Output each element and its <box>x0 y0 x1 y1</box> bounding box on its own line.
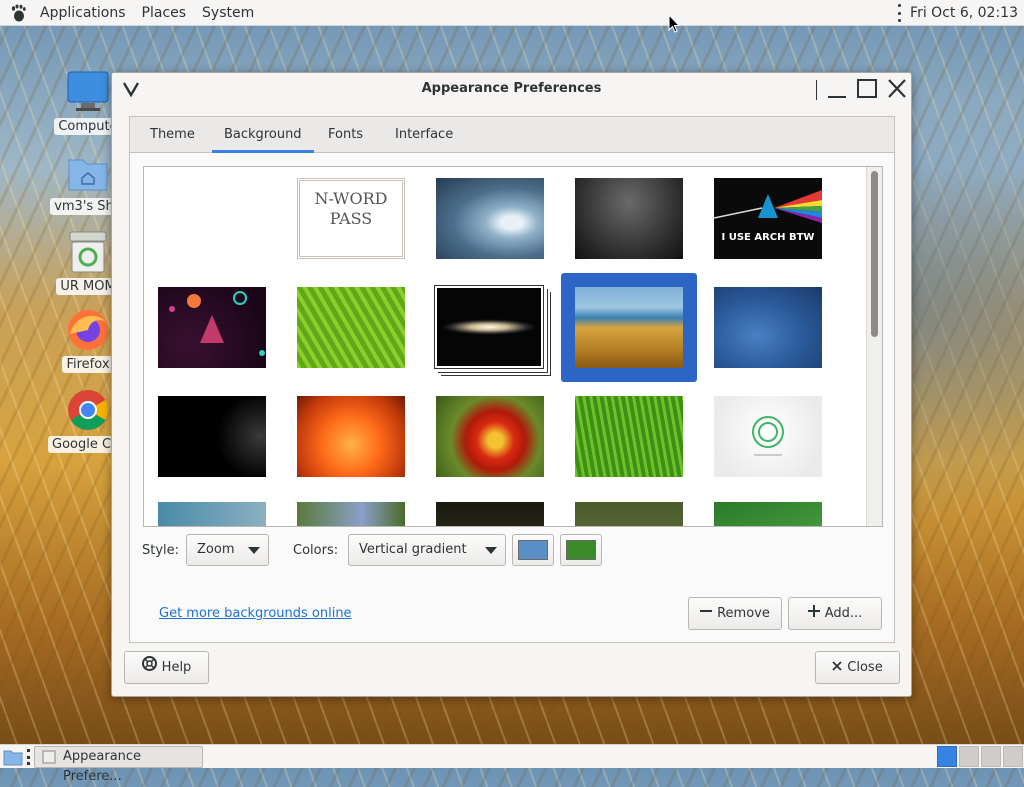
background-gallery: N-WORD PASS I USE ARCH BTW <box>143 166 883 527</box>
menu-places[interactable]: Places <box>134 5 195 21</box>
tab-fonts[interactable]: Fonts <box>316 117 375 153</box>
workspace-2[interactable] <box>959 746 979 767</box>
add-button[interactable]: Add... <box>788 597 882 630</box>
close-button[interactable]: Close <box>815 651 900 684</box>
thumb-caption: I USE ARCH BTW <box>721 232 815 243</box>
workspace-4[interactable] <box>1003 746 1023 767</box>
colors-combo-value: Vertical gradient <box>359 542 467 557</box>
workspace-1[interactable] <box>937 746 957 767</box>
colors-label: Colors: <box>293 543 339 558</box>
thumb-green-leaf[interactable] <box>297 287 405 368</box>
thumb-partial[interactable] <box>575 502 683 526</box>
thumb-caption: N-WORD <box>314 189 388 208</box>
gallery-scrollbar[interactable] <box>866 167 882 526</box>
top-panel: Applications Places System Fri Oct 6, 02… <box>0 0 1024 26</box>
panel-handle-icon[interactable] <box>892 4 906 22</box>
chevron-down-icon <box>248 547 260 554</box>
tab-background[interactable]: Background <box>212 117 314 153</box>
style-combo[interactable]: Zoom <box>186 534 269 566</box>
trash-icon <box>66 230 110 274</box>
taskbar-window-label: Appearance Prefere... <box>63 749 142 784</box>
help-button[interactable]: Help <box>124 651 209 684</box>
thumb-blue-drops[interactable] <box>714 287 822 368</box>
computer-icon <box>66 70 110 114</box>
colors-combo[interactable]: Vertical gradient <box>348 534 506 566</box>
thumb-purple-arch[interactable] <box>158 287 266 368</box>
bottom-panel: Appearance Prefere... <box>0 744 1024 784</box>
thumb-partial[interactable] <box>158 502 266 526</box>
thumb-dark-gray[interactable] <box>575 178 683 259</box>
style-label: Style: <box>142 543 180 558</box>
thumb-n-word-pass[interactable]: N-WORD PASS <box>297 178 405 259</box>
maximize-icon[interactable] <box>855 78 879 100</box>
appearance-app-icon <box>42 750 56 764</box>
secondary-color-button[interactable] <box>560 534 602 566</box>
appearance-preferences-window: Appearance Preferences Theme Background … <box>111 72 912 697</box>
window-title: Appearance Preferences <box>421 81 602 96</box>
tab-frame: Theme Background Fonts Interface N-WORD … <box>129 116 895 643</box>
tab-theme[interactable]: Theme <box>138 117 207 153</box>
window-titlebar[interactable]: Appearance Preferences <box>112 73 911 106</box>
scrollbar-thumb[interactable] <box>871 171 878 337</box>
thumb-partial[interactable] <box>714 502 822 526</box>
taskbar-window-button[interactable]: Appearance Prefere... <box>34 746 203 784</box>
home-folder-icon <box>66 150 110 194</box>
help-lifebuoy-icon <box>141 652 157 683</box>
titlebar-separator <box>816 80 817 100</box>
thumb-water-drop[interactable] <box>436 178 544 259</box>
thumb-partial[interactable] <box>297 502 405 526</box>
mouse-cursor-icon <box>668 14 680 33</box>
minus-icon <box>700 598 713 629</box>
menu-applications[interactable]: Applications <box>32 5 134 21</box>
show-desktop-icon[interactable] <box>3 748 23 766</box>
style-combo-value: Zoom <box>197 542 235 557</box>
thumb-red-flower[interactable] <box>436 396 544 477</box>
minimize-icon[interactable] <box>825 78 849 100</box>
thumb-black-bubbles[interactable] <box>158 396 266 477</box>
thumb-grass-beach[interactable] <box>575 287 683 368</box>
tab-bar: Theme Background Fonts Interface <box>130 117 894 153</box>
panel-handle-icon[interactable] <box>27 749 31 765</box>
gnome-foot-icon[interactable] <box>10 4 28 22</box>
add-button-label: Add... <box>824 606 863 621</box>
help-button-label: Help <box>161 660 192 675</box>
thumb-caption: PASS <box>329 209 373 228</box>
workspace-3[interactable] <box>981 746 1001 767</box>
top-right-tray: Fri Oct 6, 02:13 <box>892 0 1018 26</box>
thumb-blank[interactable] <box>158 178 266 259</box>
close-button-label: Close <box>847 660 883 675</box>
thumb-white-debian[interactable] <box>714 396 822 477</box>
desktop-icon-label: Firefox <box>62 356 114 373</box>
chrome-icon <box>66 388 110 432</box>
menu-system[interactable]: System <box>194 5 262 21</box>
primary-color-button[interactable] <box>512 534 554 566</box>
remove-button[interactable]: Remove <box>688 597 782 630</box>
thumb-arch-prism[interactable]: I USE ARCH BTW <box>714 178 822 259</box>
primary-color-swatch <box>518 540 548 560</box>
thumb-partial[interactable] <box>436 502 544 526</box>
thumb-galaxy[interactable] <box>434 285 544 369</box>
close-icon[interactable] <box>885 78 909 100</box>
close-x-icon <box>832 652 842 683</box>
chevron-down-icon <box>485 547 497 554</box>
firefox-icon <box>66 308 110 352</box>
thumb-green-grass[interactable] <box>575 396 683 477</box>
plus-icon <box>807 598 820 629</box>
tab-interface[interactable]: Interface <box>383 117 465 153</box>
get-more-backgrounds-link[interactable]: Get more backgrounds online <box>159 606 352 621</box>
secondary-color-swatch <box>566 540 596 560</box>
remove-button-label: Remove <box>717 606 770 621</box>
thumb-orange-flower[interactable] <box>297 396 405 477</box>
clock[interactable]: Fri Oct 6, 02:13 <box>910 5 1018 21</box>
